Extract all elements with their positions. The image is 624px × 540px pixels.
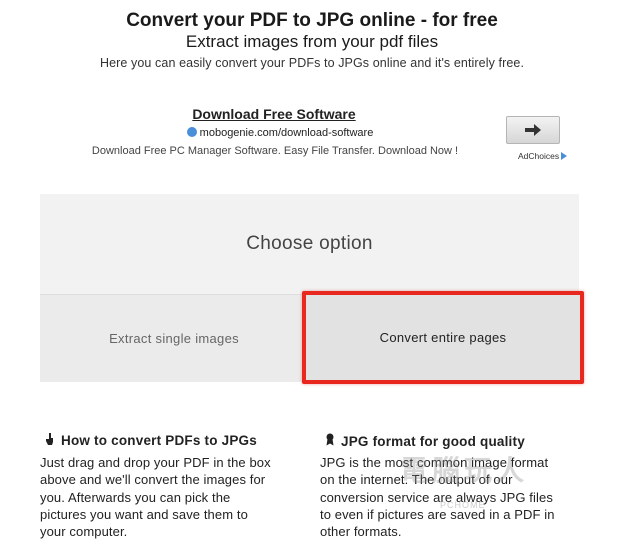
- extract-single-images-label: Extract single images: [109, 331, 239, 346]
- jpg-format-heading-text: JPG format for good quality: [341, 434, 525, 449]
- ad-url-link[interactable]: mobogenie.com/download-software: [150, 127, 410, 139]
- page-subtitle: Extract images from your pdf files: [185, 32, 439, 51]
- paragraph-line: your computer.: [40, 524, 128, 540]
- page-tagline: Here you can easily convert your PDFs to…: [99, 56, 525, 70]
- choose-option-heading: Choose option: [246, 233, 373, 254]
- adchoices-link[interactable]: AdChoices: [518, 151, 568, 161]
- hand-pointer-icon: [44, 433, 56, 448]
- paragraph-line: above and we'll convert the images for: [40, 472, 266, 488]
- adchoices-label: AdChoices: [518, 151, 560, 161]
- paragraph-line: Just drag and drop your PDF in the box: [40, 455, 271, 470]
- right-arrow-icon: [525, 124, 541, 136]
- ad-url-text: mobogenie.com/download-software: [199, 127, 374, 139]
- paragraph-line: other formats.: [320, 524, 402, 540]
- convert-entire-pages-label: Convert entire pages: [379, 330, 507, 345]
- how-to-heading: How to convert PDFs to JPGs: [44, 433, 257, 448]
- page-title: Convert your PDF to JPG online - for fre…: [126, 10, 498, 31]
- jpg-format-heading: JPG format for good quality: [324, 433, 525, 449]
- ad-arrow-button[interactable]: [506, 116, 560, 144]
- ad-description: Download Free PC Manager Software. Easy …: [91, 145, 459, 157]
- adchoices-icon: [561, 152, 568, 160]
- award-ribbon-icon: [324, 433, 336, 449]
- watermark: 電腦玩人: [400, 454, 529, 487]
- extract-single-images-option[interactable]: Extract single images: [40, 295, 308, 382]
- how-to-paragraph: Just drag and drop your PDF in the box a…: [40, 454, 302, 540]
- paragraph-line: pictures you want and save them to: [40, 506, 248, 522]
- convert-entire-pages-option[interactable]: Convert entire pages: [302, 291, 584, 384]
- how-to-heading-text: How to convert PDFs to JPGs: [61, 433, 257, 448]
- paragraph-line: you. Afterwards you can pick the: [40, 489, 231, 505]
- watermark-sub: PCHOME: [440, 500, 486, 510]
- globe-icon: [186, 127, 197, 137]
- ad-title-link[interactable]: Download Free Software: [144, 106, 404, 122]
